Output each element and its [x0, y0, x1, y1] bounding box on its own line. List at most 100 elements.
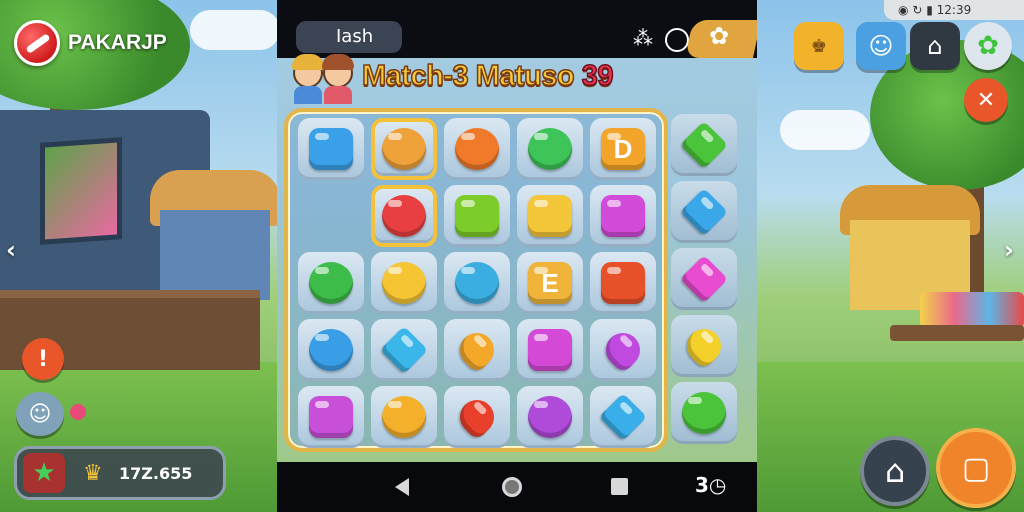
- drop-gem: [309, 329, 353, 371]
- side-tile[interactable]: [671, 315, 737, 377]
- flower-gem: [382, 396, 426, 438]
- shop-icon: ♚: [810, 35, 828, 57]
- side-tile[interactable]: [671, 181, 737, 243]
- board-tile[interactable]: [371, 319, 437, 381]
- kid-hair: [292, 54, 324, 70]
- alert-icon: !: [37, 346, 49, 372]
- board-tile[interactable]: [298, 386, 364, 448]
- chevron-left-icon[interactable]: ‹: [6, 236, 16, 264]
- board-tile[interactable]: [590, 252, 656, 314]
- flower-gem: [382, 195, 426, 237]
- settings-button[interactable]: ✿: [964, 22, 1012, 70]
- letter-d-gem: D: [601, 128, 645, 170]
- crown-icon: ♛: [83, 461, 103, 486]
- ring-gem: [601, 262, 645, 304]
- board-tile[interactable]: [590, 185, 656, 247]
- shop-screen: [40, 137, 122, 245]
- hut: [160, 210, 270, 300]
- letter-e-gem: E: [528, 262, 572, 304]
- cloud: [190, 10, 280, 50]
- side-tile[interactable]: [671, 382, 737, 444]
- sun-gem: [455, 128, 499, 170]
- close-icon: ✕: [976, 87, 996, 113]
- board-tile[interactable]: [371, 252, 437, 314]
- board-tile[interactable]: [371, 386, 437, 448]
- heart-gem: [452, 392, 502, 442]
- coin-value: 17Z.655: [119, 464, 193, 483]
- nav-extra-label[interactable]: 3◷: [695, 473, 726, 497]
- kid-body: [324, 86, 352, 104]
- home-icon: ⌂: [884, 452, 906, 490]
- bluetooth-icon: ⁂: [633, 26, 653, 50]
- board-tile[interactable]: [517, 185, 583, 247]
- back-icon[interactable]: [395, 478, 409, 496]
- kid-hair: [322, 54, 354, 70]
- gem-letter: E: [541, 267, 559, 298]
- nav-extra-text: 3: [695, 473, 709, 497]
- shop-button[interactable]: ♚: [794, 22, 844, 70]
- board-tile[interactable]: [371, 185, 437, 247]
- close-button[interactable]: ✕: [964, 78, 1008, 122]
- gem-gem: [679, 254, 729, 304]
- wifi-icon: ◉: [898, 3, 909, 17]
- board-tile[interactable]: [444, 252, 510, 314]
- board-tile[interactable]: [517, 386, 583, 448]
- pet-icon: ☺: [868, 32, 894, 60]
- game-title: Match-3 Matuso 39: [361, 59, 614, 93]
- swirl-gem: [601, 195, 645, 237]
- action-button[interactable]: ▢: [936, 428, 1016, 508]
- title-row: Match-3 Matuso 39: [277, 52, 757, 108]
- avatar-button[interactable]: ☺: [16, 392, 64, 436]
- diamond-gem: [598, 392, 648, 442]
- board-tile[interactable]: [517, 118, 583, 180]
- board-tile[interactable]: [298, 252, 364, 314]
- ring-gem: [528, 329, 572, 371]
- circle-icon: [665, 28, 689, 52]
- phone-screen: Iash ⁂ ✿ Match-3 Matuso 39 DE 3◷: [277, 0, 757, 512]
- pet-button[interactable]: ☺: [856, 22, 906, 70]
- chevron-right-icon[interactable]: ›: [1004, 236, 1014, 264]
- search-field[interactable]: Iash: [296, 21, 402, 53]
- ring-gem: [309, 396, 353, 438]
- battery-icon: ▮: [926, 3, 933, 17]
- star-icon: ★: [23, 453, 65, 493]
- star-gem: [382, 262, 426, 304]
- sync-icon: ↻: [912, 3, 923, 17]
- game-title-text: Match-3 Matuso: [361, 59, 575, 93]
- leaf-gem: [679, 120, 729, 170]
- board-tile[interactable]: E: [517, 252, 583, 314]
- board-tile[interactable]: [298, 118, 364, 180]
- board-tile[interactable]: [517, 319, 583, 381]
- flower-gem: [382, 128, 426, 170]
- side-tile[interactable]: [671, 114, 737, 176]
- home-button[interactable]: ⌂: [910, 22, 960, 70]
- board-tile[interactable]: [298, 319, 364, 381]
- level-number: 39: [581, 59, 614, 93]
- board-tile[interactable]: [371, 118, 437, 180]
- side-tile[interactable]: [671, 248, 737, 310]
- home-nav-icon[interactable]: [502, 477, 522, 497]
- gem: [309, 128, 353, 170]
- gear-icon: ✿: [977, 31, 999, 61]
- bench-back: [920, 292, 1024, 328]
- berry-gem: [528, 396, 572, 438]
- board-tile[interactable]: [444, 118, 510, 180]
- home-round-button[interactable]: ⌂: [860, 436, 930, 506]
- heart-gem: [452, 325, 502, 375]
- recents-icon[interactable]: [611, 478, 628, 495]
- board-tile[interactable]: [590, 386, 656, 448]
- diamond-gem: [379, 325, 429, 375]
- brand-name: PAKARJP: [68, 31, 167, 54]
- game-board[interactable]: DE: [284, 108, 668, 452]
- alert-button[interactable]: !: [22, 338, 64, 380]
- gem-letter: D: [613, 133, 633, 164]
- board-tile[interactable]: [444, 185, 510, 247]
- star-gem: [528, 128, 572, 170]
- board-tile[interactable]: D: [590, 118, 656, 180]
- heart-gem: [679, 321, 729, 371]
- coin-bar[interactable]: ★ ♛ 17Z.655: [14, 446, 226, 500]
- board-tile[interactable]: [444, 386, 510, 448]
- brand-logo-icon: [14, 20, 60, 66]
- board-tile[interactable]: [444, 319, 510, 381]
- board-tile[interactable]: [590, 319, 656, 381]
